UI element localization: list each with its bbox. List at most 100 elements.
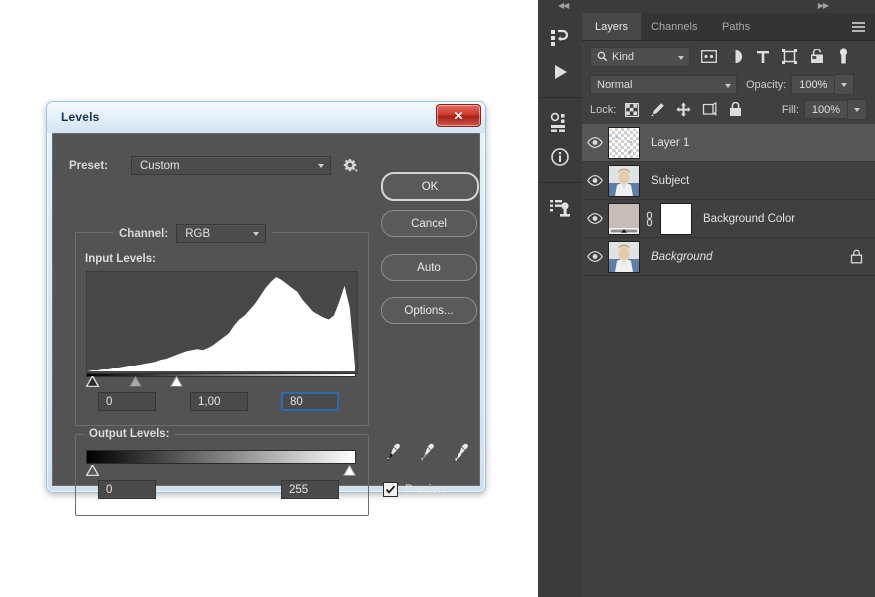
- adjustment-layer-filter-icon[interactable]: [727, 48, 744, 65]
- input-highlight-field[interactable]: 80: [281, 392, 339, 411]
- panel-menu-icon[interactable]: [852, 22, 865, 34]
- history-icon[interactable]: [538, 21, 582, 55]
- preset-value: Custom: [140, 160, 180, 172]
- lock-transparent-pixels-icon[interactable]: [624, 102, 639, 117]
- lock-position-icon[interactable]: [676, 102, 691, 117]
- table-row[interactable]: Background Color: [582, 200, 875, 238]
- layer-visibility-toggle[interactable]: [582, 137, 608, 148]
- layer-visibility-toggle[interactable]: [582, 251, 608, 262]
- tab-paths[interactable]: Paths: [709, 13, 763, 40]
- lock-row: Lock: Fill: 100%: [582, 97, 875, 122]
- input-highlight-slider[interactable]: [170, 376, 183, 387]
- input-midtone-slider[interactable]: [129, 376, 142, 387]
- layer-visibility-toggle[interactable]: [582, 175, 608, 186]
- layer-mask-thumbnail[interactable]: [660, 202, 692, 235]
- photo-layer-thumbnail: [609, 241, 639, 272]
- eye-icon: [587, 175, 603, 186]
- close-button[interactable]: ✕: [436, 104, 481, 127]
- output-black-slider[interactable]: [86, 465, 99, 476]
- layer-thumbnail[interactable]: [608, 164, 640, 197]
- blend-mode-row: Normal Opacity: 100%: [582, 72, 875, 97]
- layer-visibility-toggle[interactable]: [582, 213, 608, 224]
- white-point-eyedropper-icon[interactable]: [451, 442, 469, 462]
- auto-button[interactable]: Auto: [381, 254, 477, 281]
- filter-kind-select[interactable]: Kind: [590, 46, 690, 67]
- chevron-down-icon: [841, 82, 848, 87]
- blend-mode-select[interactable]: Normal: [590, 75, 737, 94]
- lock-all-icon[interactable]: [728, 102, 743, 117]
- input-levels-label: Input Levels:: [85, 253, 156, 265]
- close-icon: ✕: [453, 108, 464, 123]
- shape-layer-filter-icon[interactable]: [781, 48, 798, 65]
- layer-thumbnail[interactable]: [608, 126, 640, 159]
- input-shadow-field[interactable]: 0: [98, 392, 156, 411]
- options-button-label: Options...: [404, 304, 454, 317]
- table-row[interactable]: Background: [582, 238, 875, 276]
- fill-stepper[interactable]: [848, 99, 867, 120]
- actions-play-icon[interactable]: [538, 55, 582, 89]
- screen-root: Levels ✕ Preset: Custom Channel: RGB Inp…: [0, 0, 875, 597]
- ok-button-label: OK: [421, 180, 439, 193]
- output-white-slider[interactable]: [343, 465, 356, 476]
- ok-button[interactable]: OK: [381, 172, 479, 201]
- layer-mask-link-icon[interactable]: [643, 211, 656, 227]
- lock-image-pixels-icon[interactable]: [650, 102, 665, 117]
- preview-checkbox-row[interactable]: Preview: [383, 482, 446, 497]
- properties-icon[interactable]: [538, 106, 582, 140]
- levels-dialog-body: Preset: Custom Channel: RGB Input Levels…: [52, 133, 480, 516]
- filter-icons: [700, 48, 852, 65]
- lock-artboard-nesting-icon[interactable]: [702, 102, 717, 117]
- layer-thumbnail[interactable]: [608, 240, 640, 273]
- histogram-plot: [87, 272, 355, 371]
- tab-channels[interactable]: Channels: [638, 13, 710, 40]
- rail-group-history: [538, 13, 582, 98]
- gear-icon[interactable]: [342, 158, 358, 174]
- layer-locked-icon[interactable]: [850, 249, 863, 269]
- fill-layer-thumbnail[interactable]: [608, 202, 640, 235]
- pixel-layer-filter-icon[interactable]: [700, 48, 717, 65]
- panel-tabs: Layers Channels Paths: [582, 13, 875, 41]
- input-midtone-field[interactable]: 1,00: [190, 392, 248, 411]
- levels-dialog-title: Levels: [61, 110, 100, 124]
- opacity-field[interactable]: 100%: [791, 75, 836, 94]
- options-button[interactable]: Options...: [381, 297, 477, 324]
- preview-checkbox[interactable]: [383, 482, 398, 497]
- filter-toggle-switch-icon[interactable]: [835, 48, 852, 65]
- preset-row: Preset: Custom: [69, 156, 358, 175]
- rail-group-properties: [538, 98, 582, 183]
- expand-right-icon[interactable]: ▶▶: [818, 1, 829, 10]
- channel-select[interactable]: RGB: [176, 224, 267, 243]
- output-levels-gradient[interactable]: [86, 450, 356, 464]
- info-icon[interactable]: [538, 140, 582, 174]
- tab-layers[interactable]: Layers: [582, 13, 642, 40]
- eyedropper-group: [383, 442, 469, 462]
- opacity-stepper[interactable]: [835, 74, 855, 95]
- layer-name: Background Color: [703, 212, 796, 225]
- output-black-field[interactable]: 0: [98, 480, 156, 499]
- panel-collapse-bar: ◀◀ ▶▶: [538, 0, 875, 13]
- adjustments-icon[interactable]: [538, 191, 582, 225]
- input-levels-track[interactable]: [86, 373, 356, 377]
- table-row[interactable]: Layer 1: [582, 124, 875, 162]
- gray-point-eyedropper-icon[interactable]: [417, 442, 435, 462]
- preset-select[interactable]: Custom: [131, 156, 331, 175]
- black-point-eyedropper-icon[interactable]: [383, 442, 401, 462]
- checkmark-icon: [385, 485, 396, 494]
- eye-icon: [587, 137, 603, 148]
- chevron-down-icon: [854, 107, 860, 112]
- type-layer-filter-icon[interactable]: [754, 48, 771, 65]
- layer-filter-row: Kind: [582, 41, 875, 72]
- collapse-left-icon[interactable]: ◀◀: [558, 1, 569, 10]
- layers-panel: Layers Channels Paths Kind Normal Opacit…: [582, 13, 875, 597]
- smart-object-filter-icon[interactable]: [808, 48, 825, 65]
- input-shadow-slider[interactable]: [86, 376, 99, 387]
- tab-paths-label: Paths: [722, 20, 751, 33]
- chevron-down-icon: [318, 163, 325, 168]
- transparent-layer-thumbnail: [609, 127, 639, 158]
- search-icon: [597, 51, 608, 62]
- table-row[interactable]: Subject: [582, 162, 875, 200]
- fill-field[interactable]: 100%: [804, 100, 848, 119]
- cancel-button[interactable]: Cancel: [381, 210, 477, 237]
- output-white-field[interactable]: 255: [281, 480, 339, 499]
- histogram[interactable]: [86, 271, 358, 374]
